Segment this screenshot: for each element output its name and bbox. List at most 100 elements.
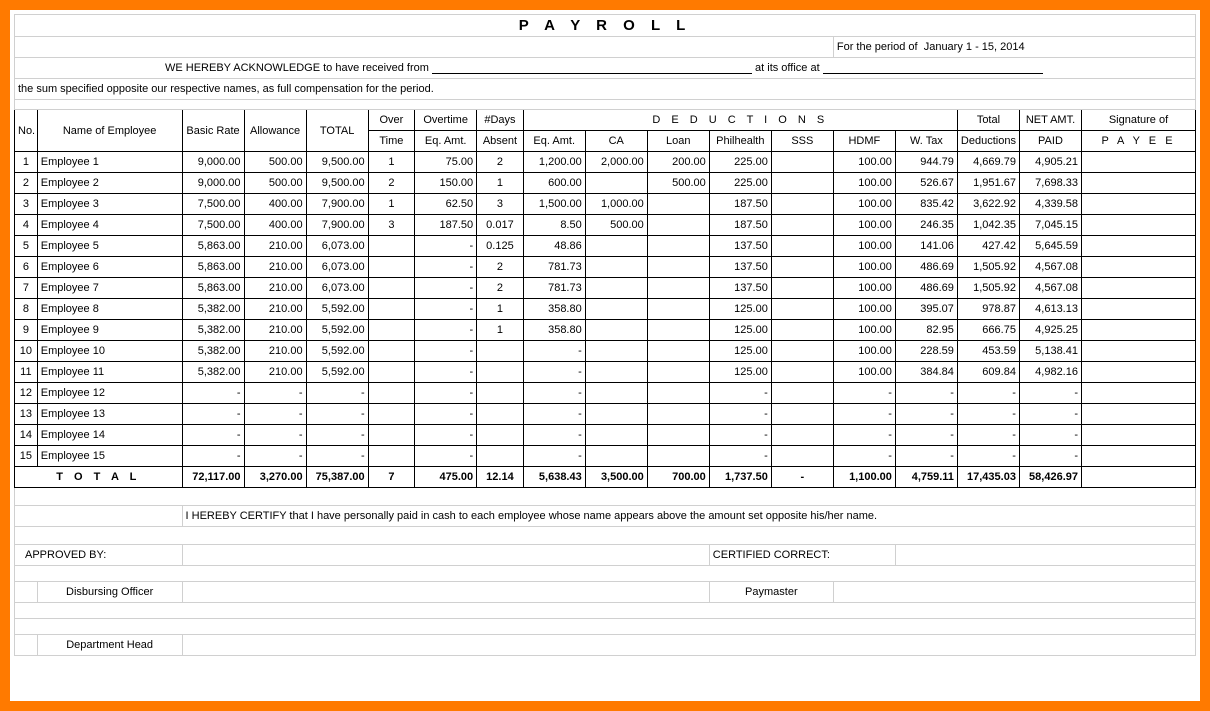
cell: Employee 14 bbox=[37, 425, 182, 446]
cell: 210.00 bbox=[244, 236, 306, 257]
cell: - bbox=[957, 446, 1019, 467]
cell bbox=[1081, 404, 1195, 425]
cell: Employee 11 bbox=[37, 362, 182, 383]
cell bbox=[647, 278, 709, 299]
cell: 100.00 bbox=[833, 236, 895, 257]
cell: Employee 15 bbox=[37, 446, 182, 467]
cell bbox=[1081, 194, 1195, 215]
cell: 1 bbox=[368, 152, 415, 173]
cell: 125.00 bbox=[709, 320, 771, 341]
cell: 666.75 bbox=[957, 320, 1019, 341]
cell: 48.86 bbox=[523, 236, 585, 257]
cell: 187.50 bbox=[709, 215, 771, 236]
total-net: 58,426.97 bbox=[1019, 467, 1081, 488]
cell: 1,505.92 bbox=[957, 257, 1019, 278]
cell bbox=[585, 278, 647, 299]
cell: 4,567.08 bbox=[1019, 257, 1081, 278]
cell: - bbox=[1019, 446, 1081, 467]
total-label: T O T A L bbox=[15, 467, 183, 488]
cell: 100.00 bbox=[833, 194, 895, 215]
cell: 210.00 bbox=[244, 257, 306, 278]
cell bbox=[647, 257, 709, 278]
cell: Employee 4 bbox=[37, 215, 182, 236]
cell bbox=[585, 173, 647, 194]
cell: - bbox=[957, 425, 1019, 446]
cell: - bbox=[306, 383, 368, 404]
cell bbox=[585, 362, 647, 383]
cell bbox=[771, 278, 833, 299]
cell: 137.50 bbox=[709, 257, 771, 278]
cell: - bbox=[244, 425, 306, 446]
hdr-total-ded-1: Total bbox=[957, 110, 1019, 131]
cell bbox=[647, 446, 709, 467]
cell bbox=[368, 257, 415, 278]
table-row: 11Employee 115,382.00210.005,592.00--125… bbox=[15, 362, 1196, 383]
cell: - bbox=[523, 446, 585, 467]
cell: 9 bbox=[15, 320, 38, 341]
hdr-netamt-2: PAID bbox=[1019, 131, 1081, 152]
cell bbox=[1081, 236, 1195, 257]
cell: - bbox=[415, 383, 477, 404]
cell: - bbox=[244, 446, 306, 467]
cell bbox=[368, 341, 415, 362]
cell: 137.50 bbox=[709, 278, 771, 299]
hdr-overtime: Overtime bbox=[415, 110, 477, 131]
cell bbox=[477, 383, 524, 404]
table-row: 1Employee 19,000.00500.009,500.00175.002… bbox=[15, 152, 1196, 173]
hdr-over: Over bbox=[368, 110, 415, 131]
cell bbox=[585, 383, 647, 404]
hdr-philhealth: Philhealth bbox=[709, 131, 771, 152]
cell: - bbox=[895, 383, 957, 404]
cell bbox=[771, 299, 833, 320]
cell: 5,645.59 bbox=[1019, 236, 1081, 257]
total-days: 12.14 bbox=[477, 467, 524, 488]
cell: 7,500.00 bbox=[182, 194, 244, 215]
cell bbox=[647, 404, 709, 425]
cell: - bbox=[182, 425, 244, 446]
cell: - bbox=[244, 383, 306, 404]
cell: 187.50 bbox=[415, 215, 477, 236]
cell: 62.50 bbox=[415, 194, 477, 215]
cell: 8 bbox=[15, 299, 38, 320]
total-hdmf: 1,100.00 bbox=[833, 467, 895, 488]
table-row: 9Employee 95,382.00210.005,592.00-1358.8… bbox=[15, 320, 1196, 341]
cell: 5,592.00 bbox=[306, 341, 368, 362]
hdr-name: Name of Employee bbox=[37, 110, 182, 152]
cell bbox=[647, 194, 709, 215]
cell: - bbox=[182, 404, 244, 425]
cell: - bbox=[244, 404, 306, 425]
cell bbox=[477, 404, 524, 425]
total-ph: 1,737.50 bbox=[709, 467, 771, 488]
cell: 384.84 bbox=[895, 362, 957, 383]
cell bbox=[585, 236, 647, 257]
cell: 3 bbox=[477, 194, 524, 215]
cell bbox=[771, 173, 833, 194]
cell bbox=[647, 341, 709, 362]
cell bbox=[1081, 173, 1195, 194]
paymaster-label: Paymaster bbox=[709, 582, 833, 603]
cell: - bbox=[833, 425, 895, 446]
cell: 395.07 bbox=[895, 299, 957, 320]
table-row: 13Employee 13---------- bbox=[15, 404, 1196, 425]
cell: 210.00 bbox=[244, 320, 306, 341]
cell: 9,500.00 bbox=[306, 173, 368, 194]
total-wtax: 4,759.11 bbox=[895, 467, 957, 488]
cell bbox=[585, 299, 647, 320]
cell: 12 bbox=[15, 383, 38, 404]
cell: 1 bbox=[477, 320, 524, 341]
cell bbox=[771, 341, 833, 362]
acknowledge-line-2: the sum specified opposite our respectiv… bbox=[15, 79, 1196, 100]
cell: 13 bbox=[15, 404, 38, 425]
cell: 5,592.00 bbox=[306, 362, 368, 383]
table-row: 2Employee 29,000.00500.009,500.002150.00… bbox=[15, 173, 1196, 194]
cell: 2 bbox=[477, 278, 524, 299]
cell: 187.50 bbox=[709, 194, 771, 215]
hdr-allowance: Allowance bbox=[244, 110, 306, 152]
cell: Employee 8 bbox=[37, 299, 182, 320]
hdr-days: #Days bbox=[477, 110, 524, 131]
total-basic: 72,117.00 bbox=[182, 467, 244, 488]
cell bbox=[771, 236, 833, 257]
cell: 100.00 bbox=[833, 362, 895, 383]
cell: 1,200.00 bbox=[523, 152, 585, 173]
cell: 4 bbox=[15, 215, 38, 236]
